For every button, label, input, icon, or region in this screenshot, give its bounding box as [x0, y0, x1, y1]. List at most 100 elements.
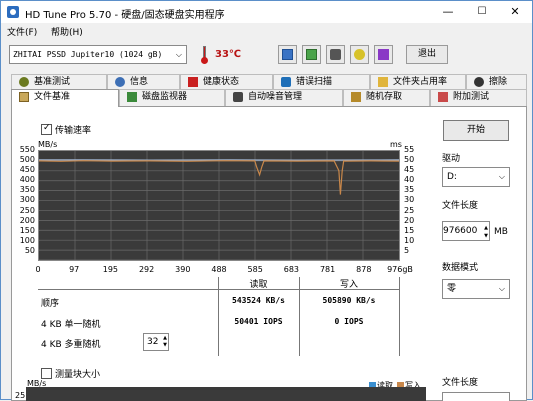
- y-tick-label-right: 25: [404, 206, 414, 215]
- block-size-label: 测量块大小: [55, 367, 100, 380]
- screenshot-button[interactable]: [326, 45, 345, 64]
- drive-select-value: ZHITAI PSSD Jupiter10 (1024 gB): [13, 50, 162, 59]
- data-mode-dropdown[interactable]: 零 ⌵: [442, 279, 510, 299]
- y-tick-label-right: 40: [404, 175, 414, 184]
- y-tick-label-right: 45: [404, 165, 414, 174]
- chart-plot: [39, 151, 399, 260]
- y-tick-label-right: 55: [404, 145, 414, 154]
- tab-extra-tests[interactable]: 附加测试: [430, 89, 527, 106]
- x-tick-label: 0: [30, 265, 46, 274]
- options-button[interactable]: [350, 45, 369, 64]
- x-tick-label: 683: [283, 265, 299, 274]
- x-tick-label: 585: [247, 265, 263, 274]
- copy-image-icon: [306, 49, 317, 60]
- menu-bar: 文件(F) 帮助(H): [1, 23, 532, 39]
- y-tick-label: 450: [11, 165, 35, 174]
- thermometer-icon: [199, 45, 209, 64]
- block-size-checkbox[interactable]: [41, 368, 52, 379]
- tab-disk-monitor[interactable]: 磁盘监视器: [119, 89, 225, 106]
- app-icon: [7, 6, 19, 18]
- tab-random-access[interactable]: 随机存取: [343, 89, 430, 106]
- random-access-icon: [351, 92, 361, 102]
- row-sequential-label: 顺序: [41, 296, 59, 309]
- seq-read-value: 543524 KB/s: [218, 296, 299, 305]
- folder-icon: [378, 77, 388, 87]
- save-button[interactable]: [374, 45, 393, 64]
- x-tick-label: 781: [320, 265, 336, 274]
- y-tick-label: 50: [11, 246, 35, 255]
- row-4k-single-label: 4 KB 单一随机: [41, 317, 101, 330]
- chevron-down-icon: ⌵: [176, 46, 182, 63]
- transfer-rate-label: 传输速率: [55, 123, 91, 136]
- temperature-value: 33℃: [215, 49, 241, 60]
- maximize-button[interactable]: ☐: [465, 1, 499, 23]
- tab-info[interactable]: 信息: [107, 74, 180, 89]
- speaker-icon: [233, 92, 243, 102]
- y-tick-label-right: 5: [404, 246, 409, 255]
- file-length-input[interactable]: 976600 ▲▼: [442, 221, 490, 241]
- title-bar: HD Tune Pro 5.70 - 硬盘/固态硬盘实用程序 — ☐ ✕: [1, 1, 532, 23]
- toolbar: ZHITAI PSSD Jupiter10 (1024 gB) ⌵ 33℃ 退出: [1, 41, 532, 71]
- health-icon: [188, 77, 198, 87]
- spinner-arrows-icon: ▲▼: [484, 224, 488, 240]
- menu-file[interactable]: 文件(F): [7, 25, 37, 38]
- x-tick-label: 976gB: [386, 265, 414, 274]
- copy-text-button[interactable]: [278, 45, 297, 64]
- y-axis-unit: MB/s: [38, 140, 57, 149]
- benchmark-icon: [19, 77, 29, 87]
- drive-select[interactable]: ZHITAI PSSD Jupiter10 (1024 gB) ⌵: [9, 45, 187, 64]
- tab-benchmark[interactable]: 基准测试: [11, 74, 107, 89]
- bottom-y-top-tick: 25: [15, 391, 25, 400]
- transfer-rate-checkbox[interactable]: [41, 124, 52, 135]
- start-button[interactable]: 开始: [443, 120, 509, 141]
- close-button[interactable]: ✕: [498, 1, 532, 23]
- file-length-label-2: 文件长度: [442, 375, 478, 388]
- window-title: HD Tune Pro 5.70 - 硬盘/固态硬盘实用程序: [25, 6, 225, 21]
- y-tick-label-right: 10: [404, 236, 414, 245]
- x-tick-label: 292: [139, 265, 155, 274]
- drive-dropdown[interactable]: D: ⌵: [442, 167, 510, 187]
- y-tick-label-right: 35: [404, 185, 414, 194]
- x-tick-label: 97: [66, 265, 82, 274]
- y-tick-label: 350: [11, 185, 35, 194]
- queue-depth-stepper[interactable]: 32 ▲▼: [143, 333, 169, 351]
- seq-write-value: 505890 KB/s: [299, 296, 399, 305]
- tab-erase[interactable]: 擦除: [466, 74, 527, 89]
- minimize-button[interactable]: —: [431, 1, 465, 23]
- copy-image-button[interactable]: [302, 45, 321, 64]
- extra-tests-icon: [438, 92, 448, 102]
- y-axis-unit-right: ms: [390, 140, 402, 149]
- data-mode-label: 数据模式: [442, 260, 478, 273]
- x-tick-label: 390: [175, 265, 191, 274]
- tab-aam[interactable]: 自动噪音管理: [225, 89, 343, 106]
- chevron-down-icon: ⌵: [499, 168, 505, 186]
- erase-icon: [474, 77, 484, 87]
- results-table: 读取 写入 顺序 543524 KB/s 505890 KB/s 4 KB 单一…: [38, 277, 400, 356]
- copy-icon: [282, 49, 293, 60]
- file-length-value: 976600: [443, 226, 477, 236]
- tab-health[interactable]: 健康状态: [180, 74, 273, 89]
- menu-help[interactable]: 帮助(H): [51, 25, 83, 38]
- y-tick-label-right: 15: [404, 226, 414, 235]
- exit-button[interactable]: 退出: [406, 45, 448, 64]
- col-read-header: 读取: [218, 277, 299, 290]
- tab-row-1: 基准测试 信息 健康状态 错误扫描 文件夹占用率 擦除: [11, 74, 527, 89]
- options-icon: [354, 49, 365, 60]
- 4k-single-write-value: 0 IOPS: [299, 317, 399, 326]
- x-tick-label: 488: [211, 265, 227, 274]
- file-length-unit: MB: [494, 227, 508, 237]
- drive-label: 驱动: [442, 151, 460, 164]
- scan-icon: [281, 77, 291, 87]
- tab-error-scan[interactable]: 错误扫描: [273, 74, 370, 89]
- info-icon: [115, 77, 125, 87]
- tab-file-benchmark[interactable]: 文件基准: [11, 89, 119, 107]
- y-tick-label: 100: [11, 236, 35, 245]
- drive-dropdown-value: D:: [447, 172, 457, 182]
- y-tick-label: 300: [11, 195, 35, 204]
- y-tick-label: 400: [11, 175, 35, 184]
- monitor-icon: [127, 92, 137, 102]
- queue-depth-value: 32: [147, 337, 158, 347]
- y-tick-label: 250: [11, 206, 35, 215]
- tab-folder-usage[interactable]: 文件夹占用率: [370, 74, 466, 89]
- y-tick-label: 200: [11, 216, 35, 225]
